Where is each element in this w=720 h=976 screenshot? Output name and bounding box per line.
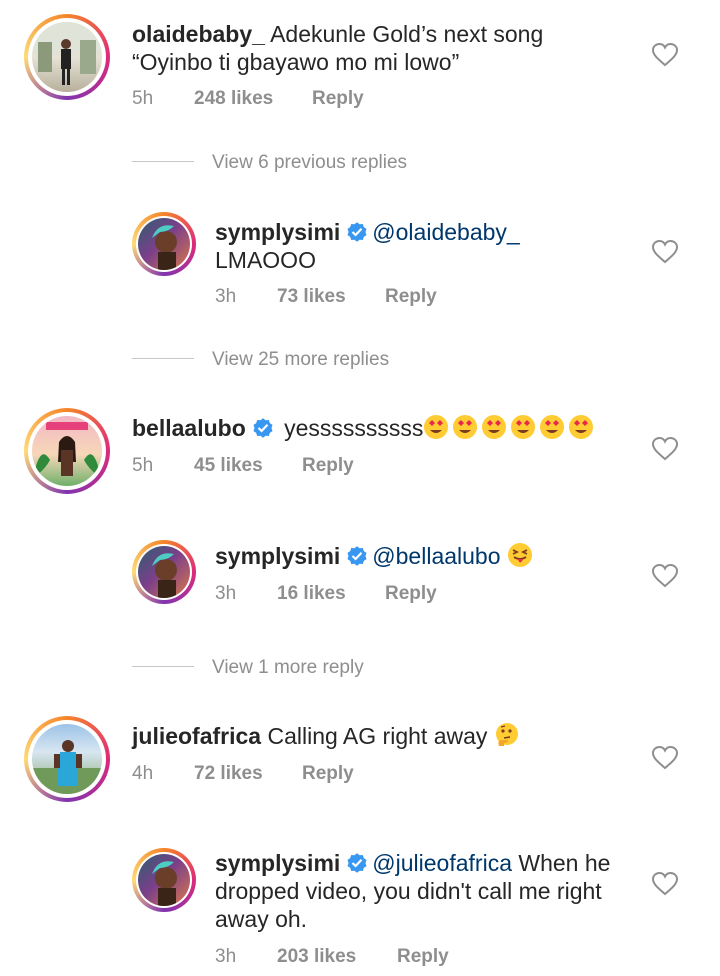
view-more-replies[interactable]: View 1 more reply — [132, 657, 364, 679]
likes-count[interactable]: 248 likes — [194, 88, 312, 110]
comment-meta: 5h 248 likes Reply — [132, 88, 364, 110]
likes-count[interactable]: 72 likes — [194, 763, 302, 785]
mention-link[interactable]: @olaidebaby_ — [372, 219, 519, 245]
timestamp: 3h — [215, 946, 237, 967]
reply-button[interactable]: Reply — [397, 946, 449, 968]
likes-count[interactable]: 45 likes — [194, 455, 302, 477]
username[interactable]: symplysimi — [215, 543, 340, 569]
heart-eyes-emoji — [424, 415, 594, 439]
likes-count[interactable]: 73 likes — [277, 286, 385, 308]
heart-icon[interactable] — [652, 746, 678, 770]
comment-body-line3: away oh. — [215, 906, 308, 932]
avatar[interactable] — [24, 14, 110, 100]
avatar[interactable] — [132, 212, 196, 276]
mention-link[interactable]: @bellaalubo — [372, 543, 500, 569]
avatar[interactable] — [132, 848, 196, 912]
avatar[interactable] — [24, 716, 110, 802]
comment-meta: 4h 72 likes Reply — [132, 763, 354, 785]
heart-icon[interactable] — [652, 43, 678, 67]
reply-button[interactable]: Reply — [312, 88, 364, 110]
comment-text: symplysimi @julieofafrica When he dropped… — [215, 849, 645, 933]
username[interactable]: symplysimi — [215, 850, 340, 876]
verified-badge-icon — [253, 418, 273, 438]
verified-badge-icon — [347, 853, 367, 873]
comment-body-line2: dropped video, you didn't call me right — [215, 878, 602, 904]
comment-body: yessssssssss — [284, 415, 424, 441]
comment-text: olaidebaby_ Adekunle Gold’s next song “O… — [132, 20, 602, 76]
heart-icon[interactable] — [652, 872, 678, 896]
username[interactable]: bellaalubo — [132, 415, 246, 441]
timestamp: 3h — [215, 583, 237, 604]
divider-line — [132, 358, 194, 359]
divider-line — [132, 666, 194, 667]
squinting-tongue-emoji — [507, 543, 532, 567]
username[interactable]: julieofafrica — [132, 723, 261, 749]
view-replies-label[interactable]: View 25 more replies — [212, 349, 389, 370]
comment-body-line2: “Oyinbo ti gbayawo mo mi lowo” — [132, 49, 460, 75]
view-replies-label[interactable]: View 1 more reply — [212, 657, 364, 678]
comment-meta: 3h 73 likes Reply — [215, 286, 437, 308]
timestamp: 5h — [132, 455, 154, 476]
reply-button[interactable]: Reply — [385, 286, 437, 308]
view-more-replies[interactable]: View 25 more replies — [132, 349, 389, 371]
comment-text: symplysimi @olaidebaby_ LMAOOO — [215, 218, 655, 274]
reply-button[interactable]: Reply — [302, 455, 354, 477]
timestamp: 5h — [132, 88, 154, 109]
heart-icon[interactable] — [652, 564, 678, 588]
verified-badge-icon — [347, 222, 367, 242]
likes-count[interactable]: 16 likes — [277, 583, 385, 605]
comment-text: symplysimi @bellaalubo — [215, 542, 655, 570]
mention-link[interactable]: @julieofafrica — [372, 850, 512, 876]
view-replies-label[interactable]: View 6 previous replies — [212, 152, 407, 173]
avatar[interactable] — [132, 540, 196, 604]
verified-badge-icon — [347, 546, 367, 566]
username[interactable]: symplysimi — [215, 219, 340, 245]
divider-line — [132, 161, 194, 162]
comment-meta: 3h 203 likes Reply — [215, 946, 449, 968]
heart-icon[interactable] — [652, 437, 678, 461]
avatar[interactable] — [24, 408, 110, 494]
comment-meta: 3h 16 likes Reply — [215, 583, 437, 605]
likes-count[interactable]: 203 likes — [277, 946, 397, 968]
username[interactable]: olaidebaby_ — [132, 21, 265, 47]
timestamp: 4h — [132, 763, 154, 784]
thinking-emoji — [495, 723, 518, 746]
comment-body: When he — [518, 850, 611, 876]
reply-button[interactable]: Reply — [385, 583, 437, 605]
comment-text: julieofafrica Calling AG right away — [132, 722, 602, 750]
heart-eyes-emoji-row — [423, 414, 597, 446]
reply-button[interactable]: Reply — [302, 763, 354, 785]
view-previous-replies[interactable]: View 6 previous replies — [132, 152, 407, 174]
comment-text: bellaalubo yessssssssss — [132, 414, 632, 446]
timestamp: 3h — [215, 286, 237, 307]
heart-icon[interactable] — [652, 240, 678, 264]
comment-body: LMAOOO — [215, 247, 316, 273]
comment-meta: 5h 45 likes Reply — [132, 455, 354, 477]
comment-body: Adekunle Gold’s next song — [270, 21, 544, 47]
comment-body: Calling AG right away — [267, 723, 488, 749]
